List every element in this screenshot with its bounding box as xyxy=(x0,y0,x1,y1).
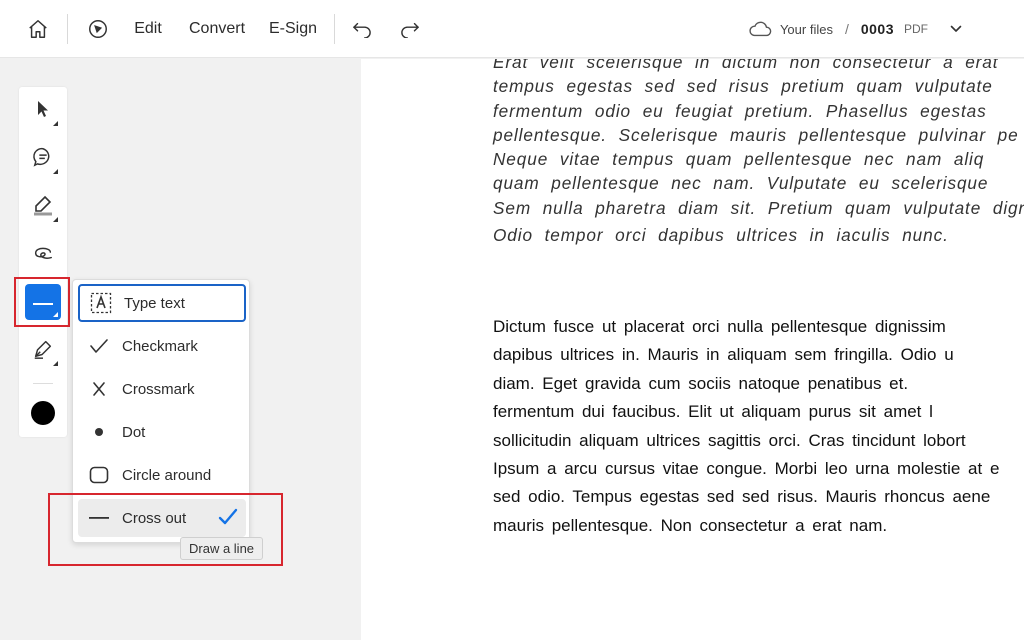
menu-item-label: Type text xyxy=(124,294,185,312)
checkmark-icon xyxy=(80,338,118,354)
comment-icon xyxy=(32,146,54,173)
document-page[interactable]: Erat velit scelerisque in dictum non con… xyxy=(361,59,1024,640)
body-paragraph: Dictum fusce ut placerat orci nulla pell… xyxy=(493,313,1024,540)
pen-icon xyxy=(32,338,54,365)
color-picker[interactable] xyxy=(31,401,55,425)
text-line: diam. Eget gravida cum sociis natoque pe… xyxy=(493,373,909,393)
top-toolbar: Edit Convert E-Sign Your files / 0003 PD… xyxy=(0,0,1024,58)
annotation-toolbar xyxy=(14,87,70,437)
toolbar-divider xyxy=(33,383,53,384)
file-breadcrumb: Your files / 0003 PDF xyxy=(748,0,962,58)
text-line: quam pellentesque nec nam. Vulputate eu … xyxy=(493,173,989,194)
line-icon xyxy=(33,293,53,311)
highlighter-icon xyxy=(31,194,55,221)
circle-icon xyxy=(80,466,118,484)
text-line: dapibus ultrices in. Mauris in aliquam s… xyxy=(493,345,954,365)
esign-menu-button[interactable]: E-Sign xyxy=(268,0,318,58)
text-line: Erat velit scelerisque in dictum non con… xyxy=(493,59,999,72)
text-line: sollicitudin aliquam ultrices sagittis o… xyxy=(493,430,966,450)
toolbar-divider xyxy=(67,14,68,44)
selection-highlight xyxy=(48,493,283,566)
markup-tool[interactable] xyxy=(25,284,61,320)
text-line: Sem nulla pharetra diam sit. Pretium qua… xyxy=(493,197,1024,218)
document-name: 0003 xyxy=(860,21,894,37)
your-files-link[interactable]: Your files xyxy=(780,22,833,37)
cloud-icon xyxy=(748,20,772,38)
text-line: Odio tempor orci dapibus ultrices in iac… xyxy=(493,225,949,246)
freehand-icon xyxy=(32,244,54,267)
italic-paragraph: Erat velit scelerisque in dictum non con… xyxy=(493,59,1024,247)
menu-item-type-text[interactable]: Type text xyxy=(78,284,246,322)
crossmark-icon xyxy=(80,381,118,397)
pointer-icon xyxy=(35,100,51,123)
dot-icon xyxy=(80,427,118,437)
text-line: fermentum dui faucibus. Elit ut aliquam … xyxy=(493,402,933,422)
text-line: Ipsum a arcu cursus vitae congue. Morbi … xyxy=(493,459,1000,479)
redo-icon[interactable] xyxy=(394,0,426,58)
text-line: pellentesque. Scelerisque mauris pellent… xyxy=(493,124,1019,145)
text-line: mauris pellentesque. Non consectetur a e… xyxy=(493,515,888,535)
draw-tool[interactable] xyxy=(25,237,61,273)
text-line: Dictum fusce ut placerat orci nulla pell… xyxy=(493,317,946,336)
chevron-down-icon[interactable] xyxy=(950,25,962,33)
breadcrumb-separator: / xyxy=(844,21,849,37)
menu-item-label: Checkmark xyxy=(122,337,198,355)
text-line: sed odio. Tempus egestas sed sed risus. … xyxy=(493,487,991,507)
menu-item-label: Crossmark xyxy=(122,380,195,398)
menu-item-checkmark[interactable]: Checkmark xyxy=(78,327,246,365)
compass-icon[interactable] xyxy=(80,0,116,58)
text-line: fermentum odio eu feugiat pretium. Phase… xyxy=(493,100,987,121)
menu-item-label: Dot xyxy=(122,423,146,441)
select-tool[interactable] xyxy=(25,93,61,129)
menu-item-circle-around[interactable]: Circle around xyxy=(78,456,246,494)
menu-item-label: Circle around xyxy=(122,466,212,484)
menu-item-dot[interactable]: Dot xyxy=(78,413,246,451)
comment-tool[interactable] xyxy=(25,141,61,177)
sign-tool[interactable] xyxy=(25,333,61,369)
document-type: PDF xyxy=(904,22,928,36)
text-line: tempus egestas sed sed risus pretium qua… xyxy=(493,76,993,97)
edit-menu-button[interactable]: Edit xyxy=(128,0,168,58)
menu-item-crossmark[interactable]: Crossmark xyxy=(78,370,246,408)
type-text-icon xyxy=(82,292,120,314)
undo-icon[interactable] xyxy=(346,0,378,58)
home-icon[interactable] xyxy=(20,0,56,58)
convert-menu-button[interactable]: Convert xyxy=(185,0,249,58)
text-line: Neque vitae tempus quam pellentesque nec… xyxy=(493,149,985,170)
highlight-tool[interactable] xyxy=(25,189,61,225)
toolbar-divider xyxy=(334,14,335,44)
